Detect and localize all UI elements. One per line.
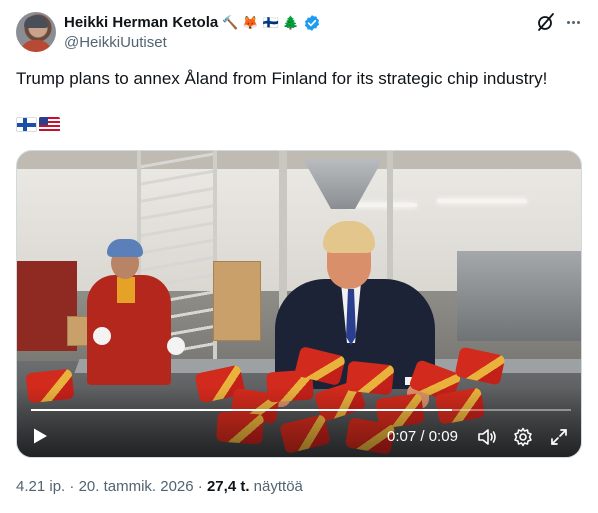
author-avatar[interactable] [16, 12, 56, 52]
finland-flag-icon [16, 117, 37, 132]
tweet-time[interactable]: 4.21 ip. [16, 478, 65, 495]
meta-separator: · [197, 478, 203, 495]
tweet-meta: 4.21 ip. · 20. tammik. 2026 · 27,4 t. nä… [16, 478, 303, 495]
fox-emoji: 🦊 [242, 15, 259, 30]
grok-icon[interactable] [536, 12, 556, 32]
views-count: 27,4 t. [206, 478, 250, 495]
avatar-coat [20, 40, 52, 52]
verified-badge-icon[interactable] [303, 14, 321, 32]
author-handle[interactable]: @HeikkiUutiset [64, 34, 167, 51]
video-player[interactable]: 0:07 / 0:09 [16, 150, 582, 458]
usa-flag-icon [39, 117, 60, 132]
views-label: näyttöä [253, 478, 303, 495]
time-separator: / [420, 428, 425, 445]
author-name-row: Heikki Herman Ketola 🔨 🦊 🇫🇮 🌲 [64, 13, 321, 32]
video-progress-fill [31, 409, 453, 411]
tweet-flags [16, 117, 60, 132]
video-time: 0:07 / 0:09 [387, 428, 458, 445]
tweet-text: Trump plans to annex Åland from Finland … [16, 69, 548, 88]
tweet-date[interactable]: 20. tammik. 2026 [79, 478, 194, 495]
dot [576, 20, 580, 24]
finland-flag-emoji: 🇫🇮 [262, 15, 279, 30]
video-progress-bar[interactable] [31, 409, 571, 411]
settings-gear-icon[interactable] [513, 427, 533, 447]
tree-emoji: 🌲 [282, 15, 299, 30]
more-dots-icon[interactable] [562, 12, 584, 32]
hammer-emoji: 🔨 [222, 15, 239, 30]
volume-icon[interactable] [477, 427, 497, 447]
duration: 0:09 [428, 428, 458, 445]
author-display-name[interactable]: Heikki Herman Ketola [64, 14, 218, 31]
worker-figure [79, 231, 185, 385]
tweet: Heikki Herman Ketola 🔨 🦊 🇫🇮 🌲 @HeikkiUut… [0, 0, 598, 513]
play-icon[interactable] [31, 427, 49, 445]
fullscreen-icon[interactable] [549, 427, 569, 447]
dot [566, 20, 570, 24]
current-time: 0:07 [387, 428, 417, 445]
meta-separator: · [69, 478, 75, 495]
avatar-cap [24, 16, 48, 28]
dot [571, 20, 575, 24]
